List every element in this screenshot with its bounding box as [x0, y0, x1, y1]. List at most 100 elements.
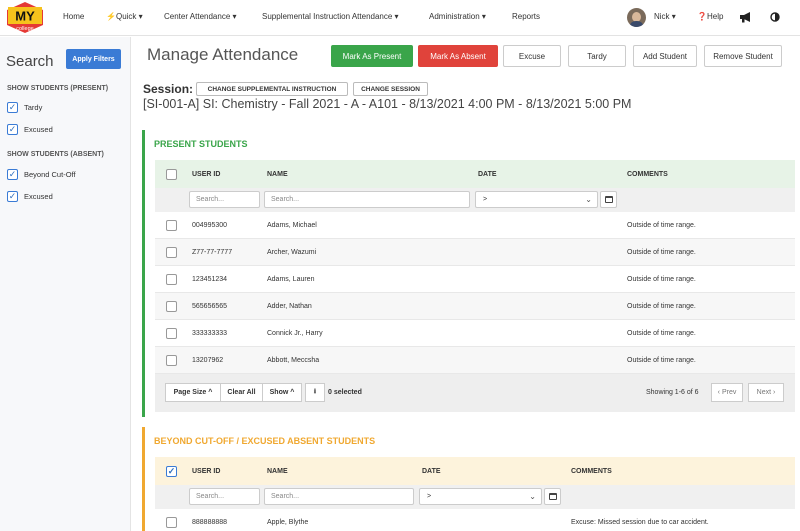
clear-all-button[interactable]: Clear All — [220, 383, 263, 402]
row-name: Archer, Wazumi — [267, 249, 317, 256]
showing-count: Showing 1-6 of 6 — [646, 389, 699, 396]
nav-home[interactable]: Home — [63, 12, 84, 21]
table-row[interactable]: 004995300 Adams, Michael Outside of time r… — [155, 212, 795, 239]
apply-filters-button[interactable]: Apply Filters — [66, 49, 121, 69]
filter-absent-cutoff[interactable]: ✓ Beyond Cut-Off — [7, 167, 76, 181]
absent-filter-row: Search... Search... > ⌄ — [155, 485, 795, 509]
row-name: Apple, Blythe — [267, 519, 309, 526]
nav-si-attendance[interactable]: Supplemental Instruction Attendance ▾ — [262, 12, 399, 21]
megaphone-icon[interactable] — [739, 11, 753, 23]
filter-absent-excused[interactable]: ✓ Excused — [7, 189, 53, 203]
excuse-button[interactable]: Excuse — [503, 45, 561, 67]
nav-center-attendance[interactable]: Center Attendance ▾ — [164, 12, 237, 21]
nav-administration[interactable]: Administration ▾ — [429, 12, 486, 21]
table-row[interactable]: 565656565 Adder, Nathan Outside of time ra… — [155, 293, 795, 320]
table-row[interactable]: 888888888 Apple, Blythe Excuse: Missed ses… — [155, 509, 795, 531]
download-icon[interactable]: ⭳ — [305, 383, 325, 402]
row-checkbox[interactable] — [166, 517, 177, 528]
row-user-id: 565656565 — [192, 303, 228, 310]
column-name[interactable]: NAME — [267, 468, 288, 475]
table-row[interactable]: 123451234 Adams, Lauren Outside of time ra… — [155, 266, 795, 293]
calendar-icon — [548, 493, 557, 500]
page-size-button[interactable]: Page Size ^ — [165, 383, 221, 402]
tardy-button[interactable]: Tardy — [568, 45, 626, 67]
table-row[interactable]: Z77-77-7777 Archer, Wazumi Outside of time… — [155, 239, 795, 266]
date-picker-button[interactable] — [600, 191, 617, 208]
college-logo[interactable]: MY college — [5, 1, 45, 34]
column-comments[interactable]: COMMENTS — [627, 171, 668, 178]
date-picker-button[interactable] — [544, 488, 561, 505]
select-all-checkbox[interactable]: ✓ — [166, 466, 177, 477]
next-page-button[interactable]: Next › — [748, 383, 784, 402]
filter-present-tardy[interactable]: ✓ Tardy — [7, 100, 42, 114]
checkbox-checked[interactable]: ✓ — [7, 123, 18, 135]
user-id-search-input[interactable]: Search... — [189, 191, 260, 208]
chevron-down-icon: ⌄ — [529, 492, 536, 501]
prev-page-button[interactable]: ‹ Prev — [711, 383, 743, 402]
column-date[interactable]: DATE — [422, 468, 441, 475]
change-session-button[interactable]: CHANGE SESSION — [353, 82, 428, 96]
present-table-footer: Page Size ^ Clear All Show ^ ⭳ 0 selecte… — [155, 374, 795, 412]
checkbox-checked[interactable]: ✓ — [7, 101, 18, 113]
select-all-checkbox[interactable] — [166, 169, 177, 180]
row-checkbox[interactable] — [166, 247, 177, 258]
row-name: Adder, Nathan — [267, 303, 312, 310]
present-filter-row: Search... Search... > ⌄ — [155, 188, 795, 212]
column-user-id[interactable]: USER ID — [192, 468, 220, 475]
date-operator-select[interactable]: > ⌄ — [419, 488, 542, 505]
selected-count: 0 selected — [328, 389, 362, 396]
row-name: Abbott, Meccsha — [267, 357, 320, 364]
row-user-id: 004995300 — [192, 222, 228, 229]
show-button[interactable]: Show ^ — [262, 383, 302, 402]
svg-text:MY: MY — [15, 9, 35, 24]
help-link[interactable]: ❓Help — [697, 12, 723, 21]
checkbox-checked[interactable]: ✓ — [7, 190, 18, 202]
row-user-id: 888888888 — [192, 519, 228, 526]
name-search-input[interactable]: Search... — [264, 191, 470, 208]
row-checkbox[interactable] — [166, 301, 177, 312]
present-panel-title: PRESENT STUDENTS — [154, 139, 248, 149]
column-name[interactable]: NAME — [267, 171, 288, 178]
chevron-down-icon: ⌄ — [585, 195, 592, 204]
row-comment: Outside of time range. — [627, 330, 696, 337]
filter-present-excused[interactable]: ✓ Excused — [7, 122, 53, 136]
remove-student-button[interactable]: Remove Student — [704, 45, 782, 67]
session-label: Session: — [143, 82, 194, 96]
row-checkbox[interactable] — [166, 220, 177, 231]
present-table-header: USER ID NAME DATE COMMENTS — [155, 160, 795, 188]
change-si-button[interactable]: CHANGE SUPPLEMENTAL INSTRUCTION — [196, 82, 348, 96]
row-checkbox[interactable] — [166, 274, 177, 285]
add-student-button[interactable]: Add Student — [633, 45, 697, 67]
row-checkbox[interactable] — [166, 355, 177, 366]
row-checkbox[interactable] — [166, 328, 177, 339]
nav-quick[interactable]: ⚡Quick ▾ — [106, 12, 143, 21]
help-icon: ❓ — [697, 12, 707, 21]
mark-present-button[interactable]: Mark As Present — [331, 45, 413, 67]
row-name: Adams, Lauren — [267, 276, 315, 283]
table-row[interactable]: 13207962 Abbott, Meccsha Outside of time r… — [155, 347, 795, 374]
user-avatar[interactable] — [627, 8, 646, 27]
column-date[interactable]: DATE — [478, 171, 497, 178]
table-row[interactable]: 333333333 Connick Jr., Harry Outside of ti… — [155, 320, 795, 347]
search-sidebar: Search Apply Filters SHOW STUDENTS (PRES… — [0, 37, 131, 531]
user-menu[interactable]: Nick ▾ — [654, 12, 676, 21]
bolt-icon: ⚡ — [106, 12, 116, 21]
user-id-search-input[interactable]: Search... — [189, 488, 260, 505]
column-comments[interactable]: COMMENTS — [571, 468, 612, 475]
checkbox-checked[interactable]: ✓ — [7, 168, 18, 180]
mark-absent-button[interactable]: Mark As Absent — [418, 45, 498, 67]
nav-reports[interactable]: Reports — [512, 12, 540, 21]
page-title: Manage Attendance — [147, 45, 299, 64]
row-user-id: 123451234 — [192, 276, 228, 283]
row-comment: Outside of time range. — [627, 222, 696, 229]
date-operator-select[interactable]: > ⌄ — [475, 191, 598, 208]
absent-filter-heading: SHOW STUDENTS (ABSENT) — [7, 151, 104, 158]
contrast-icon[interactable] — [770, 12, 780, 22]
session-name: [SI-001-A] SI: Chemistry - Fall 2021 - A… — [143, 97, 632, 111]
name-search-input[interactable]: Search... — [264, 488, 414, 505]
row-user-id: Z77-77-7777 — [192, 249, 233, 256]
absent-table-header: ✓ USER ID NAME DATE COMMENTS — [155, 457, 795, 485]
row-comment: Outside of time range. — [627, 303, 696, 310]
row-comment: Outside of time range. — [627, 249, 696, 256]
column-user-id[interactable]: USER ID — [192, 171, 220, 178]
